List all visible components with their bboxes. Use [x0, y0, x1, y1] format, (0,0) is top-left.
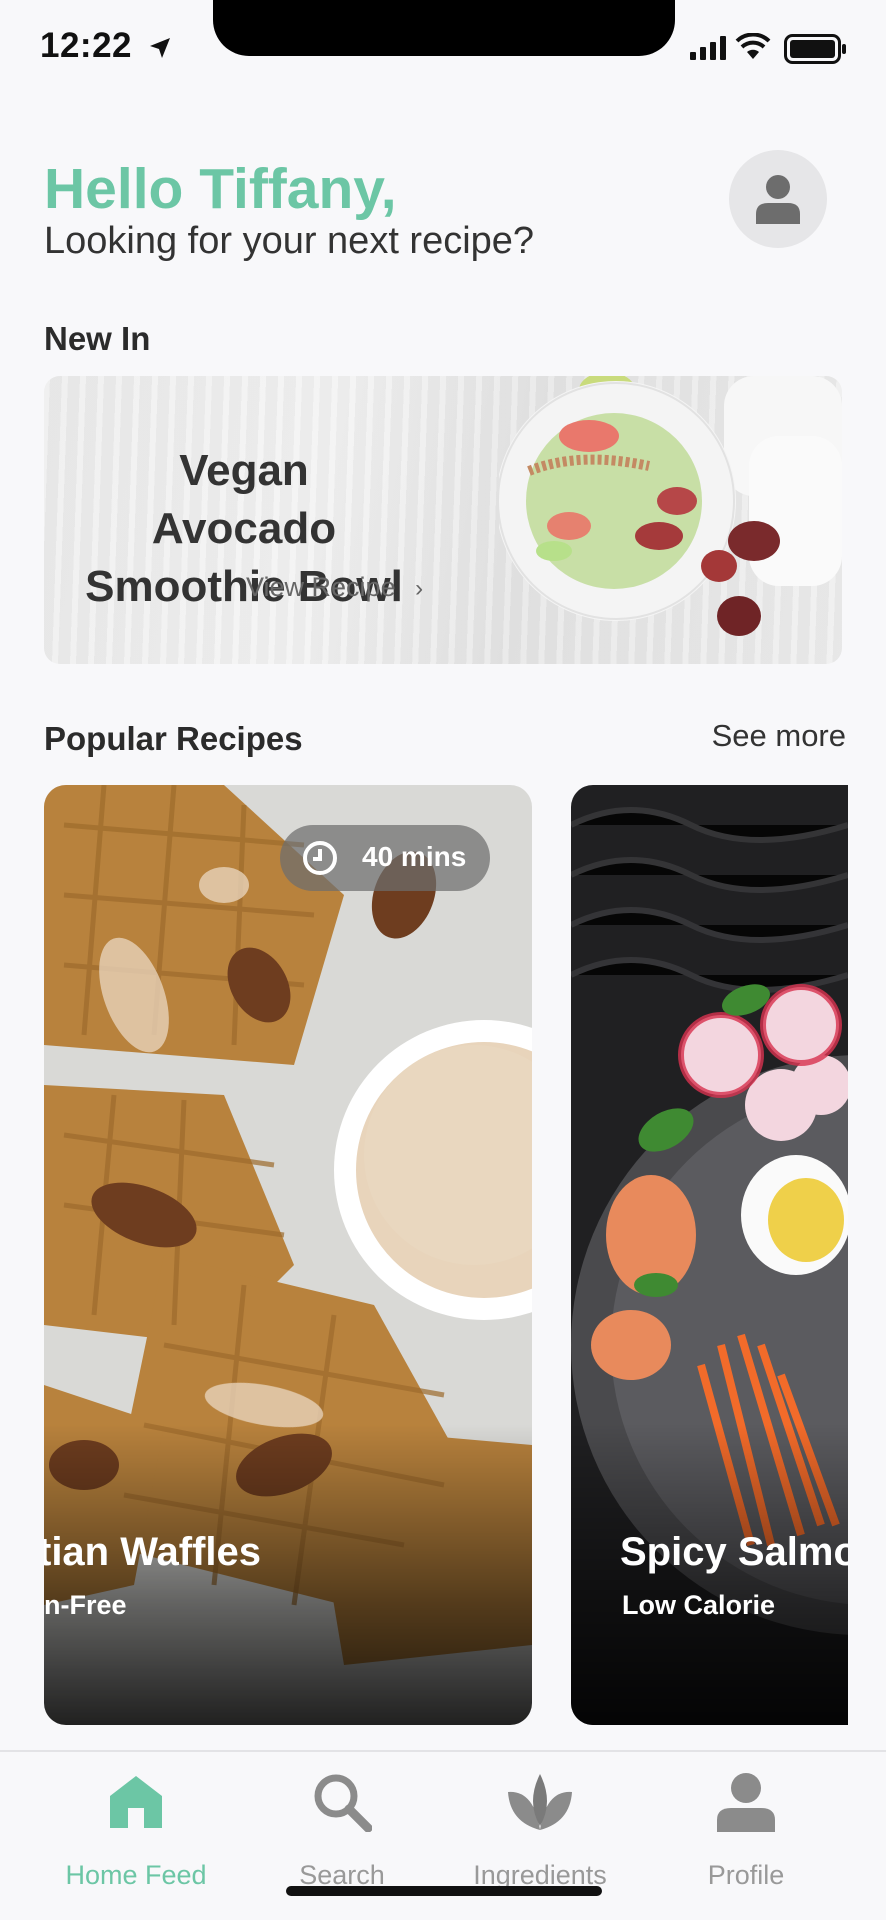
search-icon	[314, 1774, 372, 1832]
home-icon	[110, 1776, 162, 1828]
featured-recipe-card[interactable]: Vegan Avocado Smoothie Bowl View Recipe …	[44, 376, 842, 664]
view-recipe-link[interactable]: View Recipe ›	[246, 572, 423, 603]
chevron-right-icon: ›	[415, 575, 424, 602]
recipe-card-title: tian Waffles	[44, 1530, 261, 1574]
profile-icon	[717, 1773, 775, 1832]
view-recipe-label: View Recipe	[246, 572, 396, 602]
notch	[213, 0, 675, 56]
user-icon	[756, 175, 800, 224]
recipe-card-title: Spicy Salmo	[620, 1530, 848, 1574]
recipe-card-tag: Low Calorie	[622, 1590, 776, 1620]
status-time: 12:22	[40, 26, 133, 65]
recipe-card-tag: n-Free	[44, 1590, 127, 1620]
avatar-button[interactable]	[729, 150, 827, 248]
tab-profile[interactable]: Profile	[646, 1772, 846, 1892]
popular-recipes-heading: Popular Recipes	[44, 720, 303, 757]
home-indicator[interactable]	[286, 1886, 602, 1896]
see-more-link[interactable]: See more	[712, 718, 846, 754]
tab-search[interactable]: Search	[242, 1772, 442, 1892]
recipe-card[interactable]	[571, 785, 848, 1725]
smoothie-bowl-image	[499, 376, 842, 636]
tab-home-feed[interactable]: Home Feed	[36, 1772, 236, 1892]
greeting-subtitle: Looking for your next recipe?	[44, 220, 535, 262]
tab-label: Home Feed	[65, 1860, 207, 1890]
wifi-icon	[735, 33, 771, 59]
tab-ingredients[interactable]: Ingredients	[440, 1772, 640, 1892]
clock-icon	[303, 841, 337, 875]
recipe-card[interactable]: 40 mins	[44, 785, 532, 1725]
location-arrow-icon	[150, 38, 170, 58]
status-bar: 12:22	[0, 0, 886, 100]
cook-time-badge: 40 mins	[280, 825, 490, 891]
cook-time-label: 40 mins	[362, 841, 467, 872]
greeting-title: Hello Tiffany,	[44, 157, 397, 221]
leaf-icon	[508, 1774, 572, 1830]
new-in-heading: New In	[44, 320, 151, 357]
battery-icon	[784, 34, 846, 64]
cellular-signal-icon	[690, 36, 726, 60]
tab-label: Profile	[707, 1860, 785, 1890]
